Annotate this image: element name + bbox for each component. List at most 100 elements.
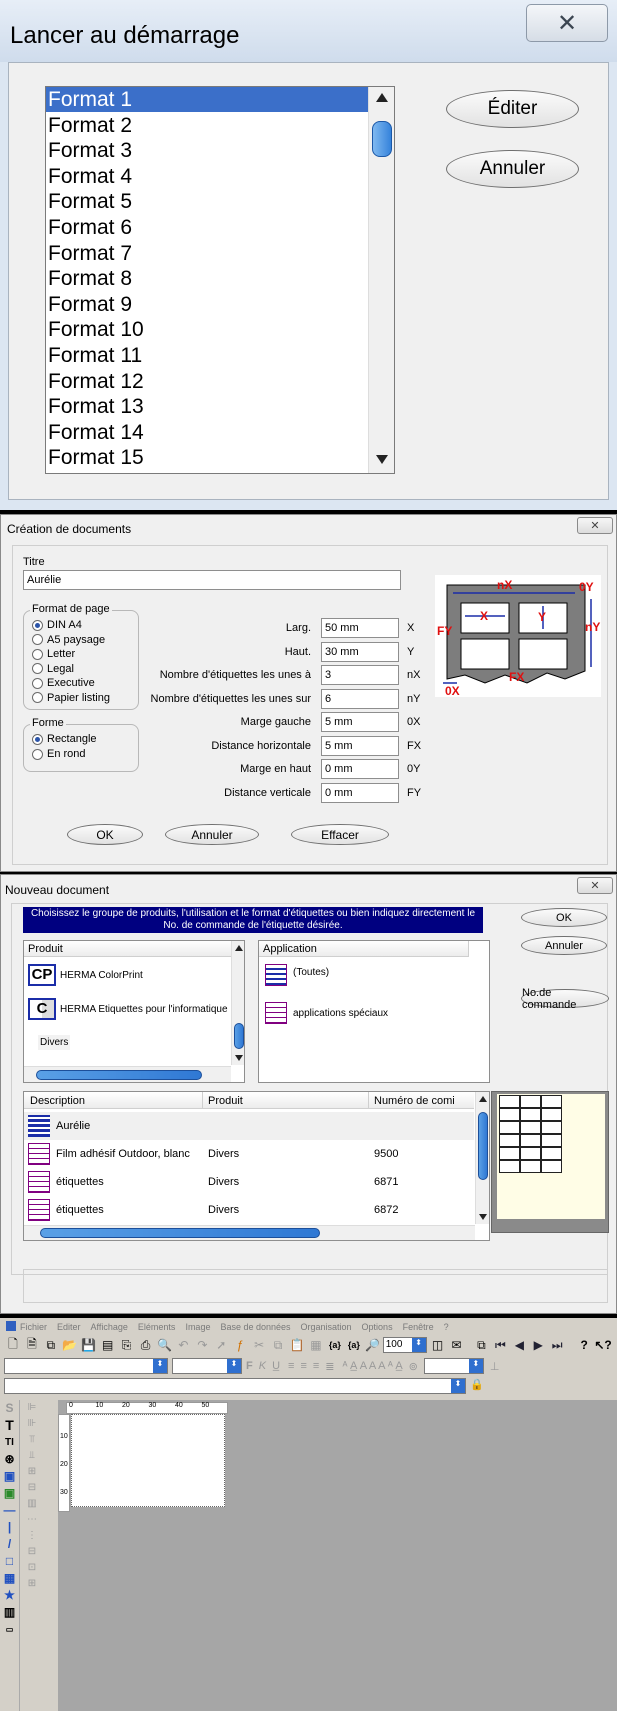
application-list[interactable]: Application (Toutes) applications spéciau… <box>258 940 490 1083</box>
barcode2-tool-icon[interactable]: ▥ <box>0 1604 19 1621</box>
table-tool-icon[interactable]: ▦ <box>0 1570 19 1587</box>
open-icon[interactable]: 📂 <box>61 1336 79 1354</box>
align-left-icon[interactable]: ≡ <box>288 1360 294 1372</box>
help-icon[interactable]: ? <box>575 1336 593 1354</box>
scroll-thumb[interactable] <box>36 1070 202 1080</box>
menu-item[interactable]: ? <box>444 1322 449 1332</box>
dimension-input[interactable]: 30 mm <box>321 641 399 662</box>
column-product[interactable]: Produit <box>208 1095 243 1107</box>
radio-button[interactable] <box>32 619 43 631</box>
product-vscrollbar[interactable] <box>231 941 244 1065</box>
align-tool-icon[interactable]: ⫪ <box>22 1432 42 1448</box>
ok-button[interactable]: OK <box>67 824 143 845</box>
dimension-input[interactable]: 5 mm <box>321 712 399 732</box>
page-format-option[interactable]: Letter <box>32 648 75 660</box>
scroll-up-icon[interactable] <box>376 93 388 102</box>
radio-button[interactable] <box>32 663 43 674</box>
format-listbox[interactable]: Format 1 Format 2 Format 3 Format 4 Format 5… <box>45 86 395 474</box>
first-record-icon[interactable]: ⏮ <box>491 1336 509 1354</box>
scroll-thumb[interactable] <box>478 1112 488 1180</box>
dropdown-arrow-icon[interactable]: ⬍ <box>227 1359 241 1373</box>
format-list-item[interactable]: Format 7 <box>46 241 368 266</box>
product-hscrollbar[interactable] <box>24 1066 231 1082</box>
menu-item[interactable]: Eléments <box>138 1322 176 1332</box>
application-header[interactable]: Application <box>259 941 469 957</box>
align-tool-icon[interactable]: ▥ <box>22 1496 42 1512</box>
product-list[interactable]: Produit CP HERMA ColorPrint C HERMA Etiquet… <box>23 940 245 1083</box>
format-list-item[interactable]: Format 5 <box>46 189 368 214</box>
hline-tool-icon[interactable]: — <box>0 1502 19 1519</box>
label-page[interactable] <box>71 1414 225 1507</box>
menu-item[interactable]: Fichier <box>20 1322 47 1332</box>
dropdown-arrow-icon[interactable]: ⬍ <box>451 1379 465 1393</box>
layers-icon[interactable]: ⧉ <box>472 1336 490 1354</box>
scroll-thumb[interactable] <box>40 1228 320 1238</box>
paste-icon[interactable]: 📋 <box>288 1336 306 1354</box>
variable-icon[interactable]: {a} <box>345 1336 363 1354</box>
page-format-option[interactable]: Papier listing <box>32 692 110 704</box>
align-tool-icon[interactable]: ⊞ <box>22 1576 42 1592</box>
scroll-thumb[interactable] <box>372 121 392 157</box>
application-item[interactable]: applications spéciaux <box>261 999 467 1029</box>
label-listview[interactable]: Description Produit Numéro de comi Aurél… <box>23 1091 490 1241</box>
star-tool-icon[interactable]: ★ <box>0 1587 19 1604</box>
open-template-icon[interactable]: ⧉ <box>42 1336 60 1354</box>
title-input[interactable]: Aurélie <box>23 570 401 590</box>
zoom-combo[interactable]: 100 ⬍ <box>382 1337 427 1353</box>
format-list-item[interactable]: Format 4 <box>46 164 368 189</box>
lock-icon[interactable]: 🔒 <box>470 1378 484 1391</box>
radio-button[interactable] <box>32 634 43 645</box>
page-format-option[interactable]: Legal <box>32 663 74 675</box>
cut-icon[interactable]: ✂ <box>250 1336 268 1354</box>
print-icon[interactable]: ⎙ <box>137 1336 155 1354</box>
align-tool-icon[interactable]: ⊪ <box>22 1416 42 1432</box>
picture-tool-icon[interactable]: ▣ <box>0 1485 19 1502</box>
align-tool-icon[interactable]: ⊡ <box>22 1560 42 1576</box>
text-tool-icon[interactable]: T <box>0 1417 19 1434</box>
menu-item[interactable]: Editer <box>57 1322 81 1332</box>
cancel-button[interactable]: Annuler <box>165 824 259 845</box>
scroll-up-icon[interactable] <box>235 945 243 951</box>
text-style-icons[interactable]: ᴬ A̲ A A A ᴬ A̲ <box>343 1360 403 1372</box>
copy2-icon[interactable]: ⧉ <box>269 1336 287 1354</box>
format-list-item[interactable]: Format 15 <box>46 445 368 470</box>
shape-option[interactable]: En rond <box>32 748 86 760</box>
new-form-icon[interactable]: 🗎 <box>23 1336 41 1354</box>
redo-icon[interactable]: ↷ <box>193 1336 211 1354</box>
scroll-up-icon[interactable] <box>479 1096 487 1102</box>
listview-vscrollbar[interactable] <box>475 1092 489 1224</box>
page-format-option[interactable]: DIN A4 <box>32 619 82 631</box>
copy-icon[interactable]: ⎘ <box>118 1336 136 1354</box>
cancel-button[interactable]: Annuler <box>521 936 607 955</box>
format-list-item[interactable]: Format 2 <box>46 113 368 138</box>
last-record-icon[interactable]: ⏭ <box>548 1336 566 1354</box>
page-format-option[interactable]: Executive <box>32 677 95 689</box>
format-list-item[interactable]: Format 9 <box>46 292 368 317</box>
radio-button[interactable] <box>32 677 43 689</box>
scroll-down-icon[interactable] <box>479 1214 487 1220</box>
product-item[interactable]: Divers <box>26 1029 230 1059</box>
field-braces-icon[interactable]: {a} <box>326 1336 344 1354</box>
dimension-input[interactable]: 0 mm <box>321 759 399 779</box>
format-list-item[interactable]: Format 10 <box>46 317 368 342</box>
font-combo[interactable]: ⬍ <box>4 1358 168 1374</box>
align-tool-icon[interactable]: ⊞ <box>22 1464 42 1480</box>
clear-button[interactable]: Effacer <box>291 824 389 845</box>
align-tool-icon[interactable]: ⋯ <box>22 1512 42 1528</box>
prev-record-icon[interactable]: ◀ <box>510 1336 528 1354</box>
page-format-option[interactable]: A5 paysage <box>32 634 105 646</box>
image-frame-tool-icon[interactable]: ▣ <box>0 1468 19 1485</box>
format-list-item[interactable]: Format 3 <box>46 138 368 163</box>
dimension-input[interactable]: 0 mm <box>321 782 399 803</box>
print-preview-icon[interactable]: 🔍 <box>156 1336 174 1354</box>
format-list-item[interactable]: Format 12 <box>46 369 368 394</box>
column-description[interactable]: Description <box>30 1095 85 1107</box>
new-icon[interactable]: 🗋 <box>4 1336 22 1354</box>
radio-button[interactable] <box>32 733 43 745</box>
menu-item[interactable]: Image <box>185 1322 210 1332</box>
undo-icon[interactable]: ↶ <box>174 1336 192 1354</box>
order-number-button[interactable]: No.de commande <box>521 987 609 1011</box>
radio-button[interactable] <box>32 648 43 660</box>
next-record-icon[interactable]: ▶ <box>529 1336 547 1354</box>
format-list-item[interactable]: Format 1 <box>46 87 368 112</box>
